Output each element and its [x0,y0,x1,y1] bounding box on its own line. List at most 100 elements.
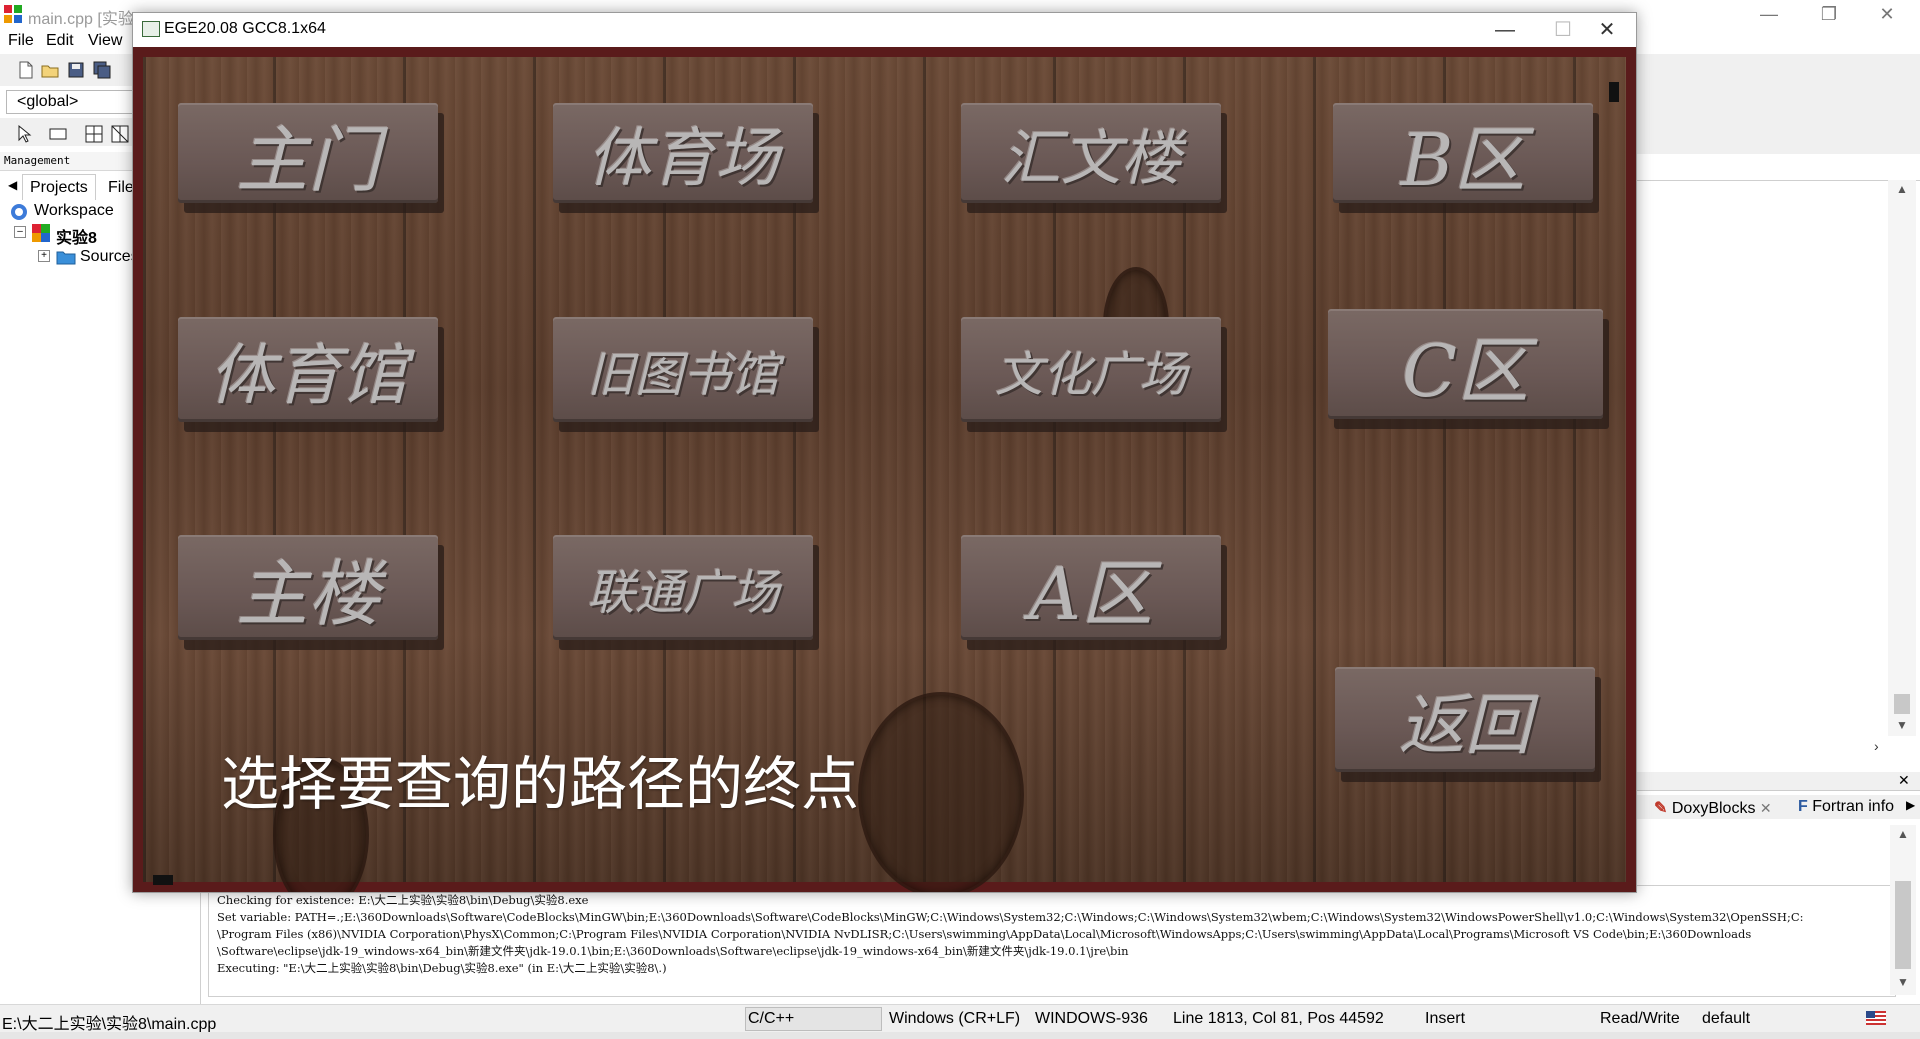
location-button-zone-b[interactable]: B区 [1333,103,1593,203]
menu-view[interactable]: View [88,32,122,50]
fortran-icon: F [1798,798,1808,815]
status-mode: Insert [1425,1010,1466,1027]
save-all-icon[interactable] [92,60,112,80]
logs-panel-header: ✕ [1634,772,1920,791]
statusbar: E:\大二上实验\实验8\main.cpp C/C++ Windows (CR+… [0,1004,1920,1033]
save-icon[interactable] [66,60,86,80]
open-folder-icon[interactable] [40,60,60,80]
ege-minimize-button[interactable]: — [1476,13,1534,47]
pointer-icon[interactable] [14,124,34,144]
management-tabs: ◀ Projects Files [0,174,140,201]
ide-toolbar-secondary [0,118,135,146]
button-label: 文化广场 [994,346,1187,403]
editor-pane[interactable] [1634,180,1920,759]
logs-close-icon[interactable]: ✕ [1898,772,1910,789]
location-button-culture-square[interactable]: 文化广场 [961,317,1221,422]
scroll-up-icon[interactable]: ▲ [1897,827,1909,841]
build-log-output[interactable]: Checking for existence: E:\大二上实验\实验8\bin… [208,885,1896,997]
button-label: 体育馆 [209,336,407,414]
button-label: C区 [1401,328,1530,413]
app-window-icon [142,21,160,37]
status-file-path: E:\大二上实验\实验8\main.cpp [2,1016,217,1033]
location-button-huiwen-building[interactable]: 汇文楼 [961,103,1221,203]
location-button-main-gate[interactable]: 主门 [178,103,438,203]
location-button-gymnasium[interactable]: 体育馆 [178,317,438,422]
doxyblocks-icon: ✎ [1654,800,1668,817]
log-line: \Software\eclipse\jdk-19_windows-x64_bin… [217,944,1129,958]
location-button-zone-c[interactable]: C区 [1328,309,1603,419]
canvas-artifact [153,875,173,885]
ege-titlebar: EGE20.08 GCC8.1x64 — ☐ ✕ [133,13,1636,47]
location-button-old-library[interactable]: 旧图书馆 [553,317,813,422]
tab-doxyblocks[interactable]: ✎ DoxyBlocks ✕ [1654,798,1772,818]
scrollbar-thumb[interactable] [1894,694,1910,714]
layout-icon[interactable] [110,124,130,144]
ide-menubar: File Edit View [0,28,135,54]
us-flag-icon [1866,1011,1886,1025]
button-label: 主门 [235,117,380,202]
editor-vertical-scrollbar[interactable]: ▲ ▼ [1888,180,1916,736]
status-access: Read/Write [1600,1010,1680,1027]
sources-label: Sources [80,248,139,265]
status-position: Line 1813, Col 81, Pos 44592 [1173,1010,1384,1027]
log-line: Executing: "E:\大二上实验\实验8\bin\Debug\实验8.e… [217,961,667,975]
ide-toolbar [0,54,135,86]
log-lines: Checking for existence: E:\大二上实验\实验8\bin… [217,892,1897,977]
scope-combo[interactable]: <global> [6,90,134,114]
location-button-liantong-square[interactable]: 联通广场 [553,535,813,640]
button-label: 体育场 [587,122,779,196]
tab-projects[interactable]: Projects [22,174,96,201]
location-button-zone-a[interactable]: A区 [961,535,1221,640]
taskbar-strip [0,1032,1920,1039]
ide-restore-button[interactable]: ❐ [1800,0,1858,28]
status-encoding: WINDOWS-936 [1035,1010,1148,1027]
menu-file[interactable]: File [8,32,34,50]
scroll-up-icon[interactable]: ▲ [1896,182,1908,196]
tab-close-icon[interactable]: ✕ [1760,800,1772,816]
project-icon [32,224,50,242]
project-label: 实验8 [56,230,97,247]
canvas-artifact [1609,82,1619,102]
back-button[interactable]: 返回 [1335,667,1595,772]
codeblocks-icon [4,5,22,23]
logs-tabs: ✎ DoxyBlocks ✕ F Fortran info ▶ [1634,795,1920,819]
ege-close-button[interactable]: ✕ [1578,13,1636,47]
tab-fortran-info[interactable]: F Fortran info [1798,798,1904,816]
grid-icon[interactable] [84,124,104,144]
expand-icon[interactable]: + [38,250,50,262]
ide-minimize-button[interactable]: — [1740,0,1798,28]
status-line-endings: Windows (CR+LF) [889,1010,1021,1027]
tab-scroll-right-icon[interactable]: ▶ [1906,798,1915,812]
tab-fortran-label: Fortran info [1812,798,1895,815]
button-label: 主楼 [235,552,380,636]
log-line: Set variable: PATH=.;E:\360Downloads\Sof… [217,910,1804,924]
button-label: 返回 [1399,686,1531,764]
tab-scroll-left-icon[interactable]: ◀ [8,178,17,192]
log-line: \Program Files (x86)\NVIDIA Corporation\… [217,927,1752,941]
location-button-stadium[interactable]: 体育场 [553,103,813,203]
tab-doxyblocks-label: DoxyBlocks [1671,800,1756,817]
collapse-icon[interactable]: – [14,226,26,238]
log-line: Checking for existence: E:\大二上实验\实验8\bin… [217,893,589,907]
new-file-icon[interactable] [16,60,36,80]
location-button-main-building[interactable]: 主楼 [178,535,438,640]
prompt-text: 选择要查询的路径的终点 [221,750,860,818]
scroll-down-icon[interactable]: ▼ [1897,975,1909,989]
button-label: 旧图书馆 [586,346,779,403]
scroll-down-icon[interactable]: ▼ [1896,718,1908,732]
ege-canvas[interactable]: 主门 体育场 汇文楼 B区 体育馆 旧图书馆 文化广场 C区 主楼 联通广场 A… [133,47,1636,892]
management-panel-header: Management [0,152,135,171]
scrollbar-thumb[interactable] [1895,881,1911,969]
editor-horizontal-scrollbar[interactable]: › [1634,738,1902,756]
menu-edit[interactable]: Edit [46,32,74,50]
scroll-right-icon[interactable]: › [1874,738,1879,754]
button-label: 汇文楼 [1001,123,1181,194]
management-label: Management [4,154,71,167]
ide-close-button[interactable]: ✕ [1858,0,1916,28]
status-language: C/C++ [748,1010,795,1027]
workspace-icon [11,204,27,220]
button-label: B区 [1400,117,1526,202]
log-vertical-scrollbar[interactable]: ▲ ▼ [1890,825,1916,995]
ege-window: EGE20.08 GCC8.1x64 — ☐ ✕ 主门 体育场 汇文楼 B区 体… [132,12,1637,893]
rectangle-icon[interactable] [48,124,68,144]
